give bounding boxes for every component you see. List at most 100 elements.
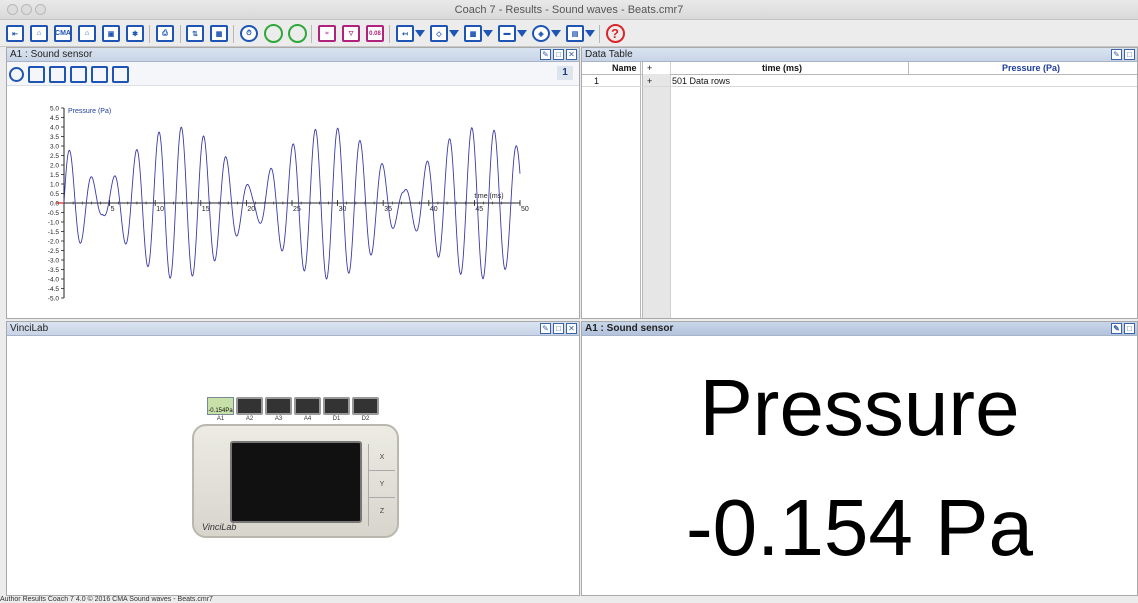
port-a2-slot[interactable] [236,397,263,415]
time-column-header[interactable]: time (ms) [762,63,802,74]
port-d2-slot[interactable] [352,397,379,415]
vincilab-maximize-button[interactable]: □ [553,323,564,334]
chevron-down-icon [551,30,561,37]
y-tick-label: 4.0 [50,125,59,132]
y-tick-label: 3.5 [50,134,59,141]
zoom-tool-button[interactable] [9,66,24,82]
stopwatch-icon: ⏱ [240,25,258,42]
y-tick-label: 2.0 [50,163,59,170]
screen-button[interactable]: ▩ [462,23,484,44]
coach7-window: Coach 7 - Results - Sound waves - Beats.… [0,0,1138,603]
device-button-column: X Y Z [368,444,395,526]
port-d1-slot[interactable] [323,397,350,415]
port-a3-slot[interactable] [265,397,292,415]
toolbar-separator [233,25,234,43]
play-icon [263,24,283,43]
meter-settings-button[interactable]: ✎ [1111,323,1122,334]
vincilab-device: X Y Z VinciLab [192,424,399,538]
reset-button[interactable] [286,23,308,44]
panel-settings-button[interactable]: ✎ [540,49,551,60]
pages-button[interactable]: ▤ [564,23,586,44]
open-house-icon: ⌂ [78,25,96,42]
globe-button[interactable]: ◈ [530,23,552,44]
vincilab-title: VinciLab [10,323,49,334]
function-tool-button[interactable] [91,65,108,83]
eraser-dropdown[interactable] [448,23,460,44]
chevron-down-icon [415,30,425,37]
analyze-tool-button[interactable] [70,65,87,83]
sound-graph[interactable]: 5.0 4.5 4.0 3.5 3.0 2.5 2.0 1.5 1.0 0.5 0.0 -0.5 -1.… [7,88,580,319]
main-toolbar: ⇤ ⌂ CMA ⌂ ▣ ✱ ⎙ ⇅ ▦ ⏱ ≈ ▽ 0.08 ↤ ◇ ▩ ▬ ◈… [0,20,1138,47]
port-a4-slot[interactable] [294,397,321,415]
table-maximize-button[interactable]: □ [1124,49,1135,60]
vincilab-close-button[interactable]: ✕ [566,323,577,334]
y-tick-label: -1.5 [48,229,60,236]
layout-dropdown[interactable] [516,23,528,44]
eraser-button[interactable]: ◇ [428,23,450,44]
chevron-down-icon [585,30,595,37]
x-tick-label: 50 [521,206,529,213]
port-a1-slot[interactable]: -0.154Pa [207,397,234,415]
panel-maximize-button[interactable]: □ [553,49,564,60]
maximize-icon: □ [556,50,561,59]
y-tick-label: -3.0 [48,258,60,265]
name-column-header[interactable]: Name [612,63,637,74]
tools-button[interactable]: ↤ [394,23,416,44]
save-button[interactable]: ▣ [100,23,122,44]
meter-value: -0.154 Pa [686,483,1033,572]
device-button-x[interactable]: X [369,444,395,471]
table-view-button[interactable] [28,65,45,83]
sensor-reading: -0.154Pa [208,408,233,414]
y-axis-label: Pressure (Pa) [68,108,111,115]
toolbar-separator [180,25,181,43]
timer-button[interactable]: ⏱ [238,23,260,44]
expand-row-button[interactable]: + [647,76,652,86]
open-activity-button[interactable]: ⌂ [76,23,98,44]
add-column-button[interactable]: + [647,63,652,74]
close-icon: ✕ [568,50,575,59]
toolbar-separator [389,25,390,43]
cma-button[interactable]: CMA [52,23,74,44]
sensors-button[interactable]: ⇅ [184,23,206,44]
help-button[interactable]: ? [604,23,626,44]
maximize-icon: □ [1127,50,1132,59]
y-tick-label: 3.0 [50,144,59,151]
layout-icon: ▬ [498,25,516,42]
device-button-y[interactable]: Y [369,471,395,498]
meter-maximize-button[interactable]: □ [1124,323,1135,334]
x-tick-label: 20 [247,206,255,213]
vincilab-panel: VinciLab ✎ □ ✕ -0.154Pa A1 A2 A3 A4 D1 D2 X Y… [6,321,580,596]
device-screen [230,441,362,523]
y-tick-label: 1.0 [50,182,59,189]
settings-button[interactable]: ✱ [124,23,146,44]
maximize-icon: □ [1127,324,1132,333]
meter-title: A1 : Sound sensor [585,323,674,334]
start-measurement-button[interactable] [262,23,284,44]
panel-close-button[interactable]: ✕ [566,49,577,60]
y-tick-label: 5.0 [50,106,59,113]
new-activity-button[interactable]: ⌂ [28,23,50,44]
print-button[interactable]: ⎙ [154,23,176,44]
layout-button[interactable]: ▬ [496,23,518,44]
vincilab-settings-button[interactable]: ✎ [540,323,551,334]
meter-button[interactable]: ▽ [340,23,362,44]
x-tick-label: 5 [111,206,115,213]
toolbox-button[interactable] [112,65,129,83]
exit-button[interactable]: ⇤ [4,23,26,44]
screen-dropdown[interactable] [482,23,494,44]
pressure-column-header[interactable]: Pressure (Pa) [1002,63,1060,74]
printer-icon: ⎙ [156,25,174,42]
globe-dropdown[interactable] [550,23,562,44]
table-button[interactable]: ▦ [208,23,230,44]
table-settings-button[interactable]: ✎ [1111,49,1122,60]
port-label: A2 [245,416,254,422]
x-tick-label: 30 [339,206,347,213]
chevron-down-icon [517,30,527,37]
graph-button[interactable]: ≈ [316,23,338,44]
scatter-tool-button[interactable] [49,65,66,83]
value-display-button[interactable]: 0.08 [364,23,386,44]
device-button-z[interactable]: Z [369,498,395,525]
pages-dropdown[interactable] [584,23,596,44]
tools-dropdown[interactable] [414,23,426,44]
floppy-disk-icon: ▣ [102,25,120,42]
